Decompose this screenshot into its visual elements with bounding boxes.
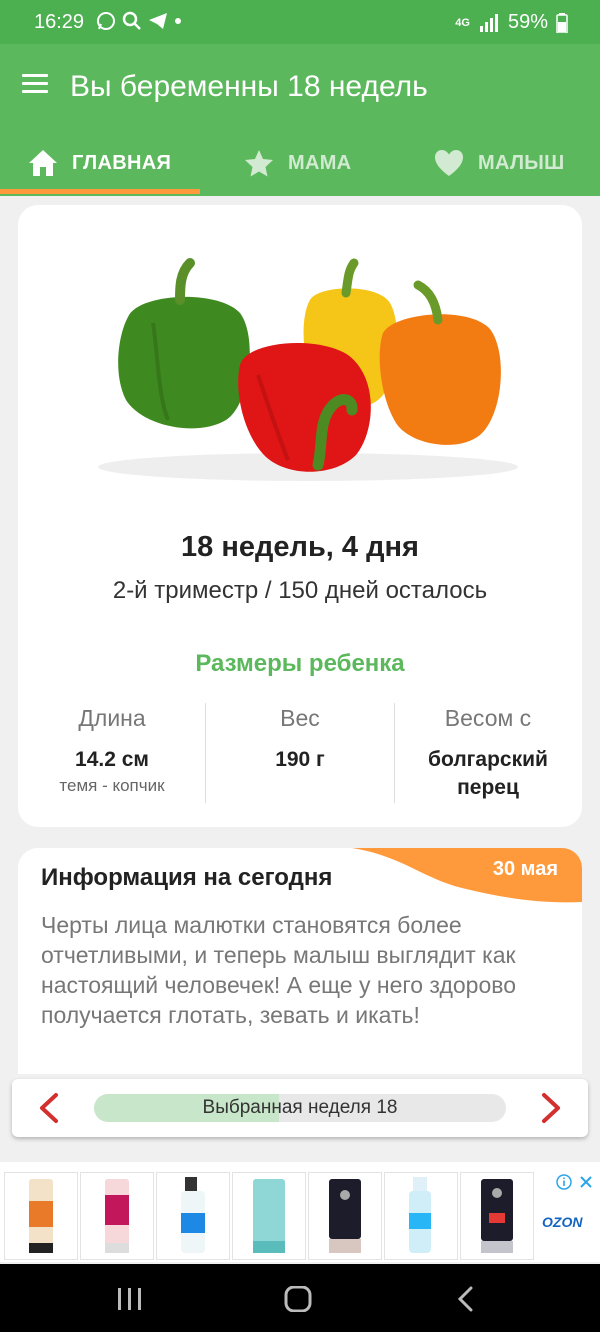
ad-product[interactable]	[80, 1172, 154, 1260]
tab-baby[interactable]: МАЛЫШ	[434, 130, 565, 196]
recent-apps-button[interactable]	[116, 1286, 144, 1312]
compare-column: Весом с болгарский перец	[394, 705, 582, 802]
compare-value: болгарский перец	[428, 748, 548, 799]
home-icon	[29, 150, 57, 176]
star-icon	[245, 150, 273, 177]
week-title: 18 недель, 4 дня	[181, 531, 419, 563]
ad-product[interactable]	[460, 1172, 534, 1260]
tab-baby-label: МАЛЫШ	[478, 151, 565, 174]
weight-value: 190 г	[275, 748, 325, 771]
length-label: Длина	[78, 705, 146, 731]
ad-close-icon[interactable]	[578, 1174, 594, 1190]
tab-mama-label: МАМА	[288, 151, 352, 174]
notification-icons	[96, 11, 182, 31]
tab-bar: ГЛАВНАЯ МАМА МАЛЫШ	[0, 130, 600, 196]
length-note: темя - копчик	[59, 776, 165, 795]
baby-sizes-title: Размеры ребенка	[195, 650, 405, 677]
bell-pepper-image	[98, 258, 518, 481]
home-button[interactable]	[284, 1286, 312, 1312]
back-button[interactable]	[456, 1286, 476, 1312]
ad-banner[interactable]: OZON	[0, 1162, 600, 1262]
ad-product[interactable]	[384, 1172, 458, 1260]
length-column: Длина 14.2 см темя - копчик	[18, 705, 206, 796]
status-time: 16:29	[34, 11, 85, 33]
info-text: Черты лица малютки становятся более отче…	[41, 912, 517, 1028]
trimester-subtitle: 2-й триместр / 150 дней осталось	[112, 577, 488, 604]
length-value: 14.2 см	[75, 748, 149, 771]
week-selector: Выбранная неделя 18	[12, 1079, 588, 1137]
selected-week-label: Выбранная неделя 18	[202, 1097, 398, 1118]
ad-brand-logo: OZON	[542, 1214, 583, 1230]
week-summary-card: 18 недель, 4 дня 2-й триместр / 150 дней…	[18, 205, 582, 827]
weight-column: Вес 190 г	[206, 705, 394, 774]
status-bar: 16:29 4G 59%	[0, 0, 600, 44]
tab-mama[interactable]: МАМА	[244, 130, 351, 196]
app-bar: Вы беременны 18 недель	[0, 44, 600, 130]
daily-info-card[interactable]: 30 мая Информация на сегодня Черты лица …	[18, 848, 582, 1074]
weight-label: Вес	[280, 705, 320, 731]
ad-product[interactable]	[4, 1172, 78, 1260]
search-icon	[122, 11, 141, 30]
menu-icon[interactable]	[22, 74, 48, 94]
tab-home[interactable]: ГЛАВНАЯ	[28, 130, 171, 196]
heart-icon	[435, 150, 463, 176]
ad-product[interactable]	[232, 1172, 306, 1260]
signal-icon	[479, 13, 498, 32]
battery-icon	[556, 12, 568, 33]
tab-home-label: ГЛАВНАЯ	[72, 151, 172, 174]
dot-icon	[175, 18, 181, 24]
ad-info-icon[interactable]	[556, 1174, 572, 1190]
compare-label: Весом с	[444, 705, 532, 731]
info-title: Информация на сегодня	[41, 864, 333, 891]
network-label: 4G	[455, 16, 470, 29]
page-title: Вы беременны 18 недель	[70, 70, 428, 103]
battery-percent: 59%	[507, 11, 548, 33]
ad-product[interactable]	[156, 1172, 230, 1260]
whatsapp-icon	[97, 12, 115, 30]
week-progress-track[interactable]: Выбранная неделя 18	[94, 1094, 506, 1122]
info-date: 30 мая	[492, 858, 558, 880]
previous-week-button[interactable]	[34, 1092, 64, 1124]
ad-product[interactable]	[308, 1172, 382, 1260]
telegram-icon	[149, 13, 167, 29]
active-tab-indicator	[0, 189, 200, 194]
next-week-button[interactable]	[536, 1092, 566, 1124]
system-nav-bar	[0, 1264, 600, 1332]
